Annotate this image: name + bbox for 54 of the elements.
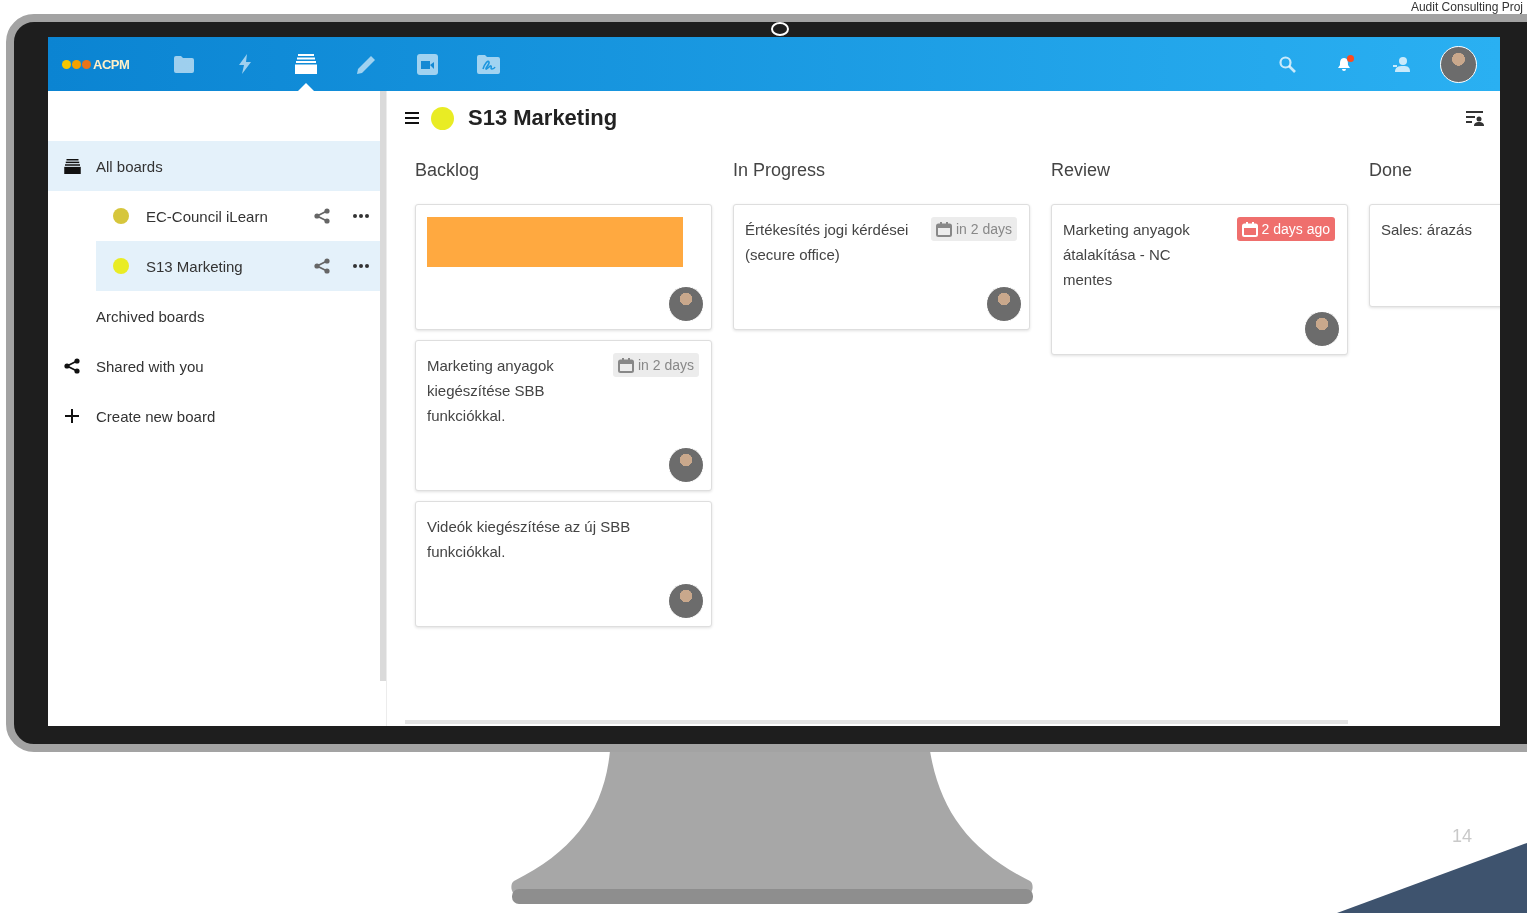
search-icon bbox=[1279, 55, 1296, 73]
task-card[interactable]: Videók kiegészítése az új SBB funkciókkal. bbox=[415, 501, 712, 627]
bell-icon bbox=[1336, 55, 1353, 73]
filter-list-icon bbox=[1466, 110, 1484, 126]
sidebar-item[interactable]: All boards bbox=[48, 141, 380, 191]
sidebar-item[interactable]: Shared with you bbox=[48, 341, 380, 391]
lightning-icon bbox=[237, 54, 252, 74]
column-title: Backlog bbox=[415, 159, 481, 182]
due-date-badge: in 2 days bbox=[612, 353, 699, 377]
board-name: EC-Council iLearn bbox=[146, 207, 269, 225]
calendar-icon bbox=[1241, 221, 1258, 237]
column-title: Done bbox=[1369, 159, 1414, 182]
folder-icon bbox=[173, 55, 194, 73]
board-title: S13 Marketing bbox=[468, 105, 619, 131]
task-card[interactable] bbox=[415, 204, 712, 330]
task-card[interactable]: Értékesítés jogi kérdései (secure office) in 2 days bbox=[733, 204, 1030, 330]
share-icon bbox=[64, 358, 80, 374]
share-icon bbox=[313, 208, 330, 224]
task-card[interactable]: Marketing anyagok átalakítása - NC mentes 2 days ago bbox=[1051, 204, 1348, 355]
folder-signature-icon bbox=[477, 54, 501, 74]
slide-title: Audit Consulting Proj bbox=[1410, 0, 1523, 14]
menu-icon bbox=[405, 112, 419, 124]
logo: ACPM bbox=[62, 56, 130, 72]
column-title: In Progress bbox=[733, 159, 827, 182]
card-title: Marketing anyagok kiegészítése SBB funkciókkal. bbox=[427, 356, 555, 426]
scrollbar[interactable] bbox=[380, 91, 386, 681]
due-date-badge: 2 days ago bbox=[1236, 217, 1335, 241]
card-title: Videók kiegészítése az új SBB funkciókkal. bbox=[427, 517, 632, 562]
due-date-badge: in 2 days bbox=[930, 217, 1017, 241]
card-title: Marketing anyagok átalakítása - NC mentes bbox=[1063, 220, 1191, 290]
calendar-icon bbox=[935, 221, 952, 237]
sidebar-item[interactable]: Create new board bbox=[48, 391, 380, 441]
menu-button[interactable] bbox=[405, 112, 419, 124]
column-title: Review bbox=[1051, 159, 1112, 182]
board-item[interactable]: EC-Council iLearn bbox=[96, 191, 380, 241]
people-icon bbox=[1392, 56, 1411, 72]
card-title: Értékesítés jogi kérdései (secure office) bbox=[745, 220, 910, 265]
board-item[interactable]: S13 Marketing bbox=[96, 241, 380, 291]
card-title: Sales: árazás bbox=[1381, 220, 1473, 240]
sidebar-item[interactable]: Archived boards bbox=[48, 291, 380, 341]
plus-icon bbox=[65, 409, 79, 423]
share-icon bbox=[313, 258, 330, 274]
board-name: S13 Marketing bbox=[146, 257, 244, 275]
stack-icon bbox=[294, 54, 317, 74]
pencil-icon bbox=[357, 54, 377, 74]
user-avatar bbox=[1440, 45, 1477, 83]
task-card[interactable]: Sales: árazás bbox=[1369, 204, 1500, 307]
filter-button[interactable] bbox=[1466, 110, 1484, 126]
stack-icon bbox=[63, 158, 81, 174]
more-icon bbox=[352, 214, 369, 218]
video-icon bbox=[417, 53, 439, 75]
task-card[interactable]: Marketing anyagok kiegészítése SBB funkciókkal. in 2 days bbox=[415, 340, 712, 491]
more-icon bbox=[352, 264, 369, 268]
calendar-icon bbox=[617, 357, 634, 373]
